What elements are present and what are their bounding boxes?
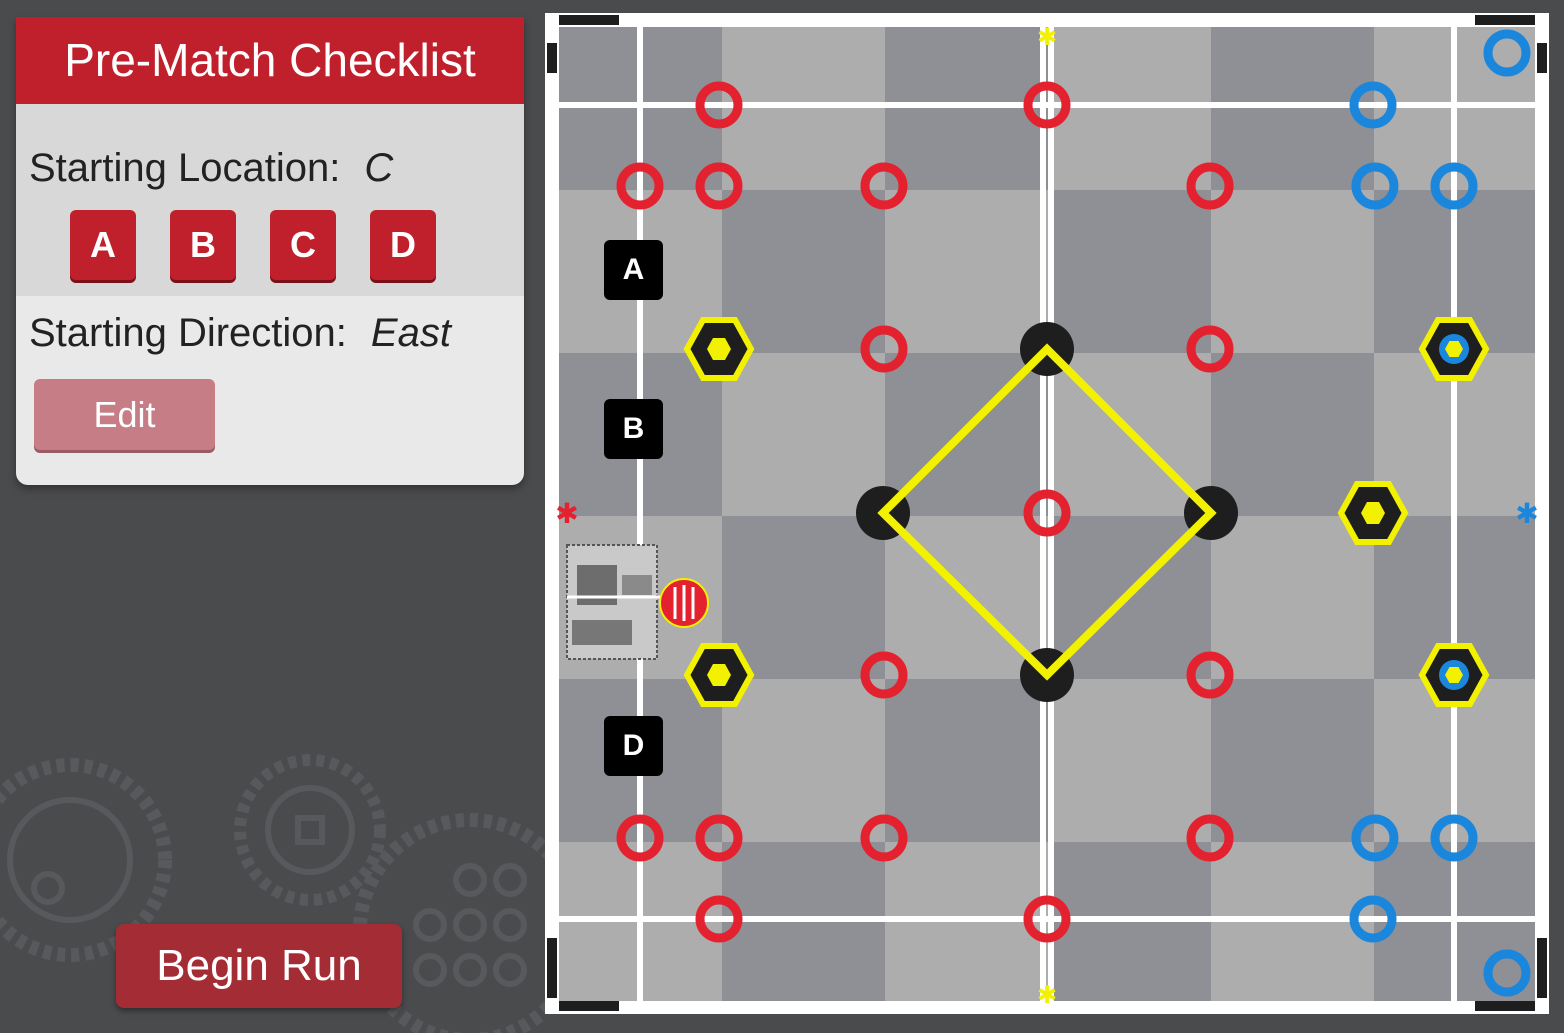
starting-direction-value: East bbox=[370, 311, 451, 355]
mobile-goal-neutral-right bbox=[1337, 481, 1409, 545]
mobile-goal-blue-top bbox=[1418, 317, 1490, 381]
yellow-star-icon-top: ✱ bbox=[1037, 23, 1057, 51]
location-button-c[interactable]: C bbox=[270, 210, 336, 280]
location-button-a[interactable]: A bbox=[70, 210, 136, 280]
checklist-title: Pre-Match Checklist bbox=[16, 17, 524, 104]
field-map[interactable]: ✱ ✱ ✱ ✱ bbox=[545, 13, 1549, 1014]
start-marker-b[interactable]: B bbox=[604, 399, 663, 459]
start-marker-a[interactable]: A bbox=[604, 240, 663, 300]
edit-button[interactable]: Edit bbox=[34, 379, 215, 450]
mobile-goal-left-top bbox=[683, 317, 755, 381]
starting-location-row: Starting Location: C bbox=[29, 146, 393, 191]
pre-match-checklist-panel: Pre-Match Checklist Starting Location: C … bbox=[16, 17, 524, 485]
starting-location-label: Starting Location: bbox=[29, 146, 341, 190]
blue-star-icon: ✱ bbox=[1515, 497, 1538, 530]
starting-direction-row: Starting Direction: East bbox=[29, 311, 451, 356]
mobile-goal-left-bottom bbox=[683, 643, 755, 707]
starting-direction-label: Starting Direction: bbox=[29, 311, 347, 355]
red-star-icon: ✱ bbox=[555, 497, 578, 530]
location-button-d[interactable]: D bbox=[370, 210, 436, 280]
begin-run-button[interactable]: Begin Run bbox=[116, 924, 402, 1008]
mobile-goal-blue-bottom bbox=[1418, 643, 1490, 707]
start-marker-d[interactable]: D bbox=[604, 716, 663, 776]
yellow-star-icon-bottom: ✱ bbox=[1037, 981, 1057, 1009]
starting-location-section: Starting Location: C A B C D bbox=[16, 104, 524, 296]
starting-location-value: C bbox=[364, 146, 394, 190]
location-button-b[interactable]: B bbox=[170, 210, 236, 280]
